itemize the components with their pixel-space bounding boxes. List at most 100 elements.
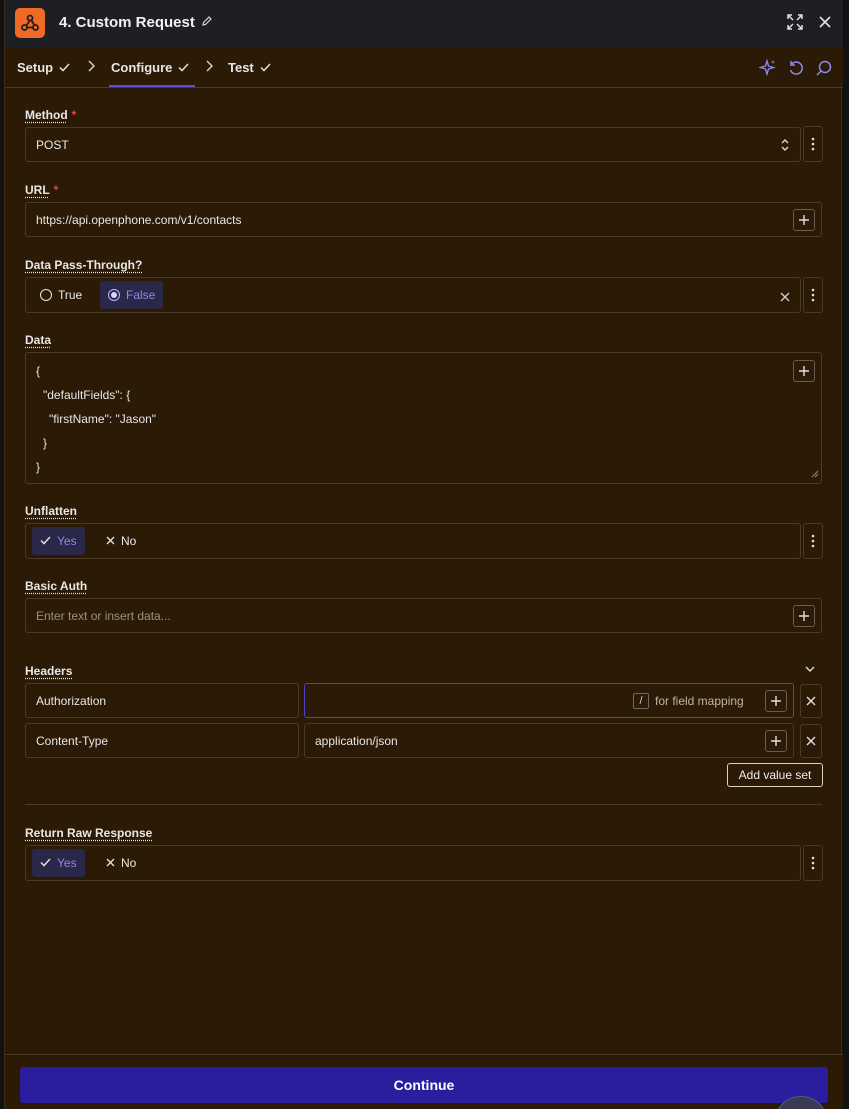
slash-key-icon: / — [633, 693, 649, 709]
unflatten-option-no[interactable]: No — [98, 527, 144, 555]
clear-selection-icon[interactable] — [780, 290, 790, 305]
check-icon — [59, 60, 70, 75]
field-mapping-hint: / for field mapping — [633, 693, 744, 709]
option-yes-label: Yes — [57, 856, 77, 870]
active-tab-indicator — [109, 85, 195, 87]
unflatten-option-yes[interactable]: Yes — [32, 527, 85, 555]
continue-button[interactable]: Continue — [20, 1067, 828, 1103]
data-insert-plus-icon[interactable] — [793, 360, 815, 382]
url-input[interactable]: https://api.openphone.com/v1/contacts — [25, 202, 822, 237]
resize-handle-icon[interactable] — [811, 466, 819, 481]
unflatten-toggle-group: Yes No — [25, 523, 801, 559]
section-divider — [25, 804, 822, 805]
pass-through-radio-group: True False — [25, 277, 801, 313]
check-icon — [40, 856, 51, 870]
header-value-input[interactable]: application/json — [304, 723, 794, 758]
pass-through-label: Data Pass-Through? — [25, 258, 143, 272]
edit-pencil-icon[interactable] — [201, 14, 213, 31]
data-line: } — [36, 460, 41, 474]
pass-through-option-false[interactable]: False — [100, 281, 164, 309]
chevron-right-icon — [205, 60, 214, 75]
sort-updown-icon — [780, 138, 790, 155]
page-title: 4. Custom Request — [59, 14, 213, 31]
method-options-kebab-icon[interactable] — [803, 126, 823, 162]
check-icon — [40, 534, 51, 548]
url-label-text: URL — [25, 183, 50, 197]
tab-test[interactable]: Test — [228, 60, 271, 75]
tab-configure-label: Configure — [111, 60, 173, 75]
method-label: Method * — [25, 108, 76, 122]
method-select[interactable]: POST — [25, 127, 801, 162]
undo-icon[interactable] — [787, 59, 805, 80]
ai-sparkle-icon[interactable] — [758, 58, 777, 80]
unflatten-options-kebab-icon[interactable] — [803, 523, 823, 559]
raw-response-option-no[interactable]: No — [98, 849, 144, 877]
radio-selected-icon — [108, 289, 120, 301]
add-value-set-button[interactable]: Add value set — [727, 763, 823, 787]
x-icon — [106, 856, 115, 870]
raw-response-label: Return Raw Response — [25, 826, 153, 840]
tab-setup[interactable]: Setup — [17, 60, 70, 75]
tab-test-label: Test — [228, 60, 254, 75]
chevron-down-icon[interactable] — [805, 661, 815, 676]
header-value-plus-icon[interactable] — [765, 690, 787, 712]
step-tabs: Setup Configure Test — [5, 48, 843, 88]
option-true-label: True — [58, 288, 83, 302]
header-key-input[interactable]: Authorization — [25, 683, 299, 718]
url-insert-data-plus-icon[interactable] — [793, 209, 815, 231]
remove-header-x-icon[interactable] — [800, 724, 822, 758]
header-key-value: Authorization — [36, 694, 107, 708]
data-line: } — [43, 436, 48, 450]
option-no-label: No — [121, 856, 137, 870]
expand-icon[interactable] — [787, 14, 803, 33]
url-value: https://api.openphone.com/v1/contacts — [36, 213, 242, 227]
pass-through-options-kebab-icon[interactable] — [803, 277, 823, 313]
remove-header-x-icon[interactable] — [800, 684, 822, 718]
url-label: URL * — [25, 183, 58, 197]
method-label-text: Method — [25, 108, 68, 122]
tab-configure[interactable]: Configure — [111, 60, 189, 75]
data-label: Data — [25, 333, 52, 347]
raw-response-toggle-group: Yes No — [25, 845, 801, 881]
x-icon — [106, 534, 115, 548]
pass-through-option-true[interactable]: True — [32, 281, 90, 309]
tab-setup-label: Setup — [17, 60, 54, 75]
chevron-right-icon — [87, 60, 96, 75]
field-mapping-hint-text: for field mapping — [655, 694, 744, 708]
header-value-text: application/json — [315, 734, 398, 748]
step-title: 4. Custom Request — [59, 14, 195, 31]
window-actions — [787, 14, 831, 33]
header-key-value: Content-Type — [36, 734, 109, 748]
data-line: "defaultFields": { — [43, 388, 131, 402]
raw-response-options-kebab-icon[interactable] — [803, 845, 823, 881]
basic-auth-placeholder: Enter text or insert data... — [36, 609, 171, 623]
toolbar — [758, 58, 833, 80]
check-icon — [178, 60, 189, 75]
data-line: { — [36, 364, 41, 378]
search-icon[interactable] — [815, 59, 833, 80]
option-false-label: False — [126, 288, 156, 302]
step-editor-panel: 4. Custom Request Setup Configure Test M… — [4, 0, 843, 1109]
title-bar: 4. Custom Request — [5, 0, 843, 48]
basic-auth-input[interactable]: Enter text or insert data... — [25, 598, 822, 633]
data-line: "firstName": "Jason" — [49, 412, 157, 426]
raw-response-option-yes[interactable]: Yes — [32, 849, 85, 877]
footer: Continue — [5, 1054, 843, 1109]
basic-auth-label: Basic Auth — [25, 579, 88, 593]
data-textarea[interactable]: { "defaultFields": { "firstName": "Jason… — [25, 352, 822, 484]
header-key-input[interactable]: Content-Type — [25, 723, 299, 758]
webhook-app-icon — [15, 8, 45, 38]
check-icon — [260, 60, 271, 75]
method-value: POST — [36, 138, 69, 152]
required-mark: * — [71, 108, 77, 122]
option-no-label: No — [121, 534, 137, 548]
unflatten-label: Unflatten — [25, 504, 77, 518]
close-icon[interactable] — [819, 16, 831, 31]
required-mark: * — [53, 183, 59, 197]
basic-auth-plus-icon[interactable] — [793, 605, 815, 627]
header-value-plus-icon[interactable] — [765, 730, 787, 752]
header-value-input[interactable]: / for field mapping — [304, 683, 794, 718]
headers-label: Headers — [25, 664, 73, 678]
radio-empty-icon — [40, 289, 52, 301]
option-yes-label: Yes — [57, 534, 77, 548]
